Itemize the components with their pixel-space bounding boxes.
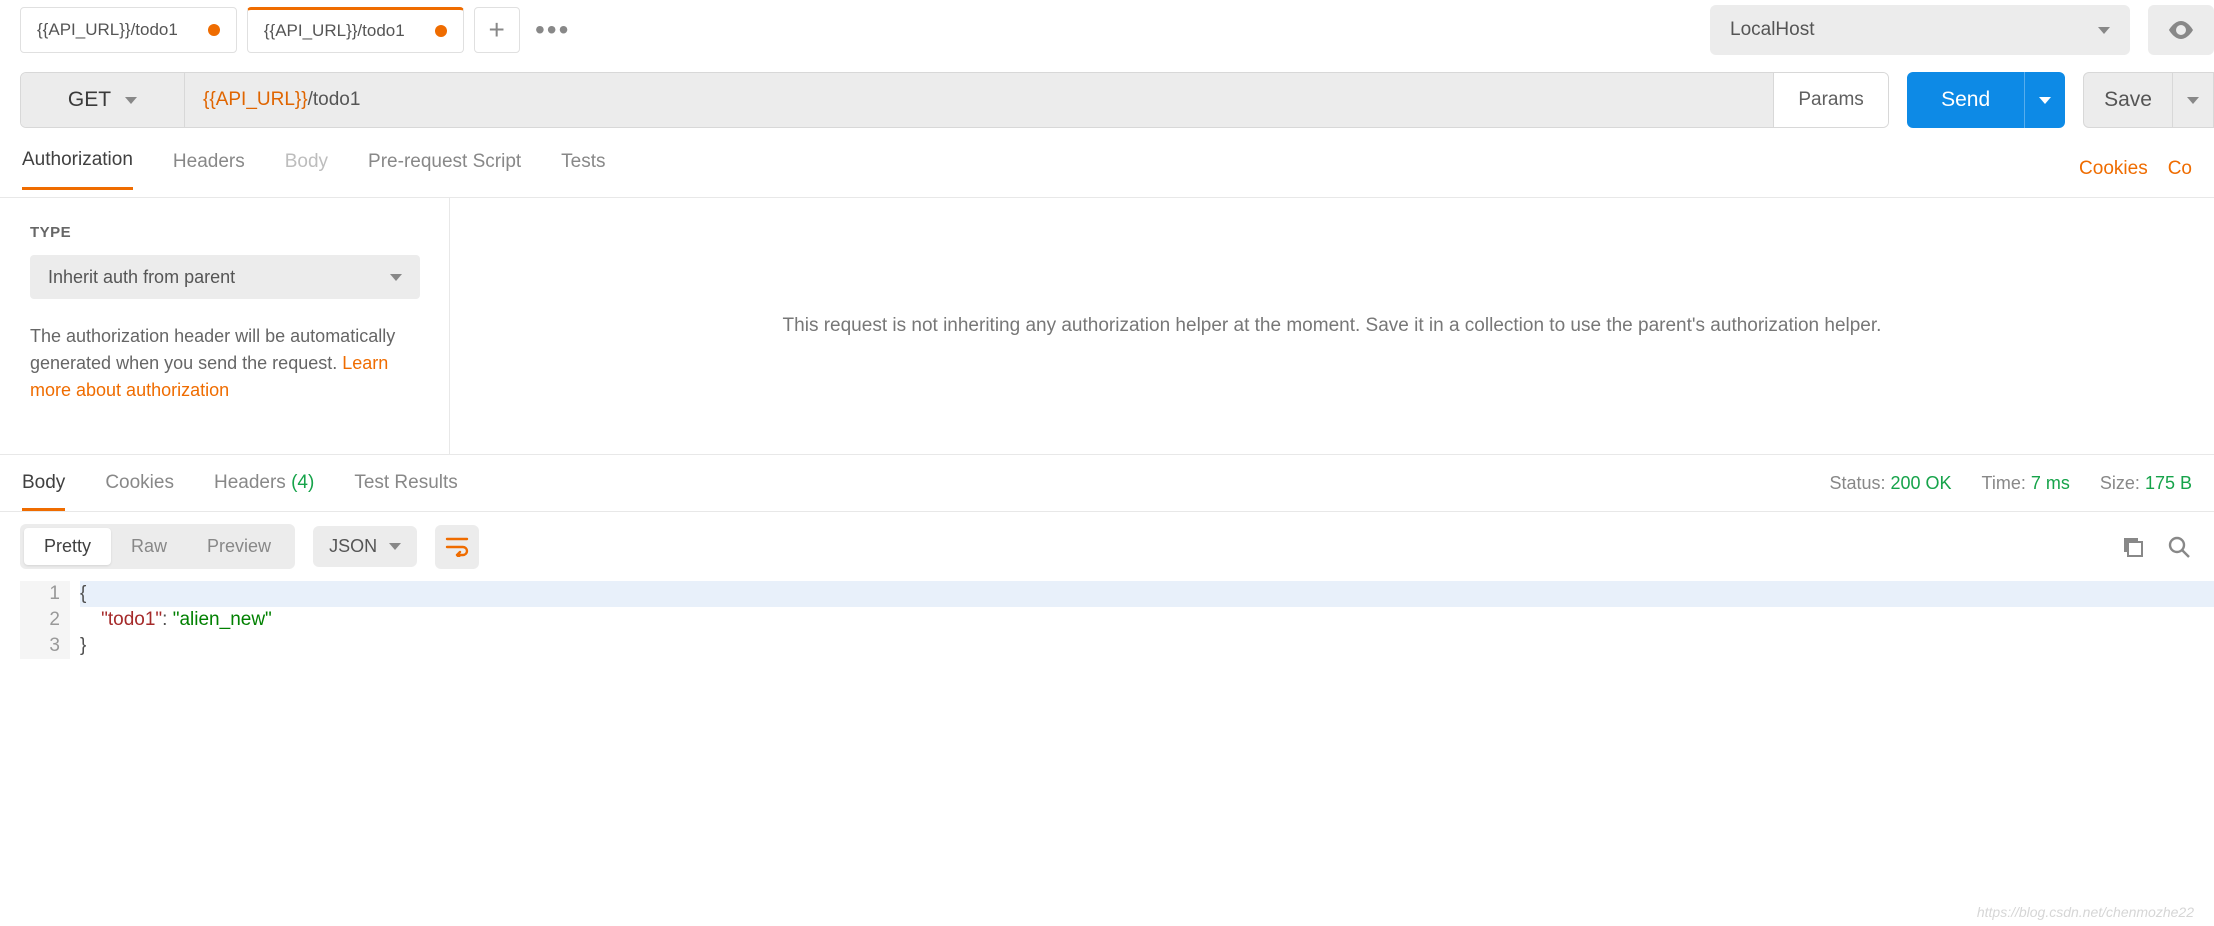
authorization-panel: TYPE Inherit auth from parent The author… [0,198,2214,454]
chevron-down-icon [2098,27,2110,34]
size-value: 175 B [2145,473,2192,493]
method-url-group: GET {{API_URL}}/todo1 Params [20,72,1889,128]
tab-label: {{API_URL}}/todo1 [37,20,178,40]
tab-prerequest-script[interactable]: Pre-request Script [368,151,521,189]
response-tab-test-results[interactable]: Test Results [354,456,457,510]
body-format-value: JSON [329,536,377,557]
url-input[interactable]: {{API_URL}}/todo1 [185,73,1773,127]
save-button[interactable]: Save [2083,72,2214,128]
response-tabs: Body Cookies Headers (4) Test Results St… [0,454,2214,512]
tab-tests[interactable]: Tests [561,151,605,189]
auth-type-value: Inherit auth from parent [48,267,235,288]
tab-label: {{API_URL}}/todo1 [264,21,405,41]
params-button[interactable]: Params [1773,73,1888,127]
copy-button[interactable] [2118,532,2148,562]
eye-icon [2168,21,2194,39]
time-value: 7 ms [2031,473,2070,493]
send-label: Send [1907,88,2024,112]
size-label: Size: [2100,473,2140,493]
search-icon [2167,535,2191,559]
save-options-button[interactable] [2172,73,2213,127]
chevron-down-icon [390,274,402,281]
view-preview[interactable]: Preview [187,528,291,565]
environment-preview-button[interactable] [2148,5,2214,55]
url-variable: {{API_URL}} [203,89,308,111]
response-tab-cookies[interactable]: Cookies [105,456,174,510]
search-button[interactable] [2164,532,2194,562]
new-tab-button[interactable]: + [474,7,520,53]
response-status-bar: Status: 200 OK Time: 7 ms Size: 175 B [1829,473,2192,494]
line-gutter: 1 2 3 [20,581,70,659]
auth-message-panel: This request is not inheriting any autho… [450,198,2214,454]
body-controls: Pretty Raw Preview JSON [0,512,2214,581]
line-number: 2 [20,607,60,633]
auth-description: The authorization header will be automat… [30,323,419,404]
chevron-down-icon [2187,97,2199,104]
header-count: (4) [291,472,314,493]
auth-type-label: TYPE [30,224,419,241]
unsaved-dot-icon [208,24,220,36]
environment-select[interactable]: LocalHost [1710,5,2130,55]
response-tab-headers[interactable]: Headers (4) [214,456,314,510]
request-tabs: Authorization Headers Body Pre-request S… [0,140,2214,198]
tab-bar: {{API_URL}}/todo1 {{API_URL}}/todo1 + ••… [0,0,2214,60]
unsaved-dot-icon [435,25,447,37]
environment-selected: LocalHost [1730,19,1815,41]
tab-request-1[interactable]: {{API_URL}}/todo1 [247,7,464,53]
body-format-select[interactable]: JSON [313,526,417,567]
send-button[interactable]: Send [1907,72,2065,128]
wrap-icon [445,537,469,557]
copy-icon [2122,536,2144,558]
line-number: 3 [20,633,60,659]
code-line: { [80,581,2214,607]
response-tab-body[interactable]: Body [22,456,65,510]
body-view-group: Pretty Raw Preview [20,524,295,569]
code-link[interactable]: Co [2168,158,2192,180]
url-path: /todo1 [308,89,361,111]
view-raw[interactable]: Raw [111,528,187,565]
time-label: Time: [1982,473,2026,493]
chevron-down-icon [389,543,401,550]
send-options-button[interactable] [2024,72,2065,128]
code-line: } [80,633,2214,659]
code-lines: { "todo1": "alien_new" } [70,581,2214,659]
tab-actions-button[interactable]: ••• [530,7,576,53]
tab-headers[interactable]: Headers [173,151,245,189]
line-number: 1 [20,581,60,607]
auth-type-select[interactable]: Inherit auth from parent [30,255,420,299]
view-pretty[interactable]: Pretty [24,528,111,565]
line-wrap-button[interactable] [435,525,479,569]
status-label: Status: [1829,473,1885,493]
method-select[interactable]: GET [21,73,185,127]
code-line: "todo1": "alien_new" [80,607,2214,633]
response-body-editor[interactable]: 1 2 3 { "todo1": "alien_new" } [0,581,2214,659]
status-value: 200 OK [1890,473,1951,493]
chevron-down-icon [2039,97,2051,104]
request-bar: GET {{API_URL}}/todo1 Params Send Save [0,60,2214,140]
auth-config: TYPE Inherit auth from parent The author… [0,198,450,454]
save-label: Save [2084,88,2172,112]
tab-authorization[interactable]: Authorization [22,149,133,190]
method-value: GET [68,88,111,112]
tab-body[interactable]: Body [285,151,328,189]
cookies-link[interactable]: Cookies [2079,158,2148,180]
auth-inherit-message: This request is not inheriting any autho… [783,312,1882,341]
tab-request-0[interactable]: {{API_URL}}/todo1 [20,7,237,53]
chevron-down-icon [125,97,137,104]
watermark: https://blog.csdn.net/chenmozhe22 [1977,904,2194,920]
